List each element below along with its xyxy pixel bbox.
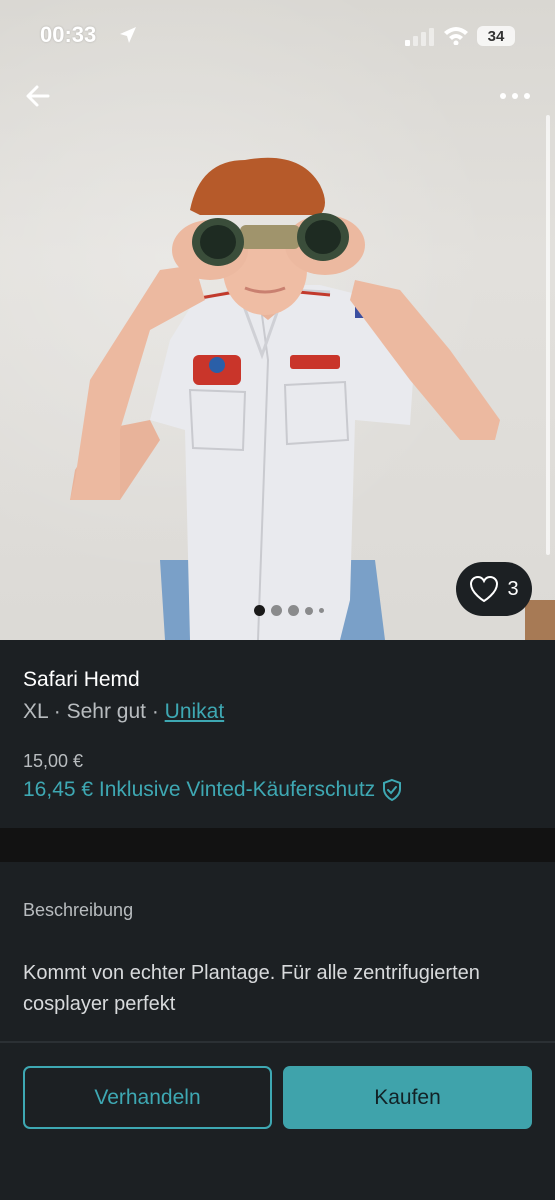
gallery-dot-2[interactable] <box>271 605 282 616</box>
description-section: Beschreibung Kommt von echter Plantage. … <box>0 862 555 1042</box>
price-total-label: 16,45 € Inklusive Vinted-Käuferschutz <box>23 778 376 801</box>
status-time: 00:33 <box>40 22 97 47</box>
product-image-person-with-binoculars <box>70 157 555 640</box>
scrollbar[interactable] <box>546 115 550 555</box>
product-info-panel: Safari Hemd XL · Sehr gut · Unikat 15,00… <box>0 640 555 828</box>
buy-button[interactable]: Kaufen <box>283 1066 532 1129</box>
negotiate-button[interactable]: Verhandeln <box>23 1066 272 1129</box>
battery-indicator: 34 <box>477 26 515 46</box>
gallery-pagination[interactable] <box>254 605 324 616</box>
meta-separator: · <box>47 700 67 723</box>
gallery-dot-4[interactable] <box>305 606 313 615</box>
description-text: Kommt von echter Plantage. Für alle zent… <box>23 962 480 1015</box>
buyer-protection-price[interactable]: 16,45 € Inklusive Vinted-Käuferschutz <box>23 778 403 802</box>
favorite-count: 3 <box>507 577 519 600</box>
gallery-dot-1[interactable] <box>254 605 265 616</box>
favorite-button[interactable]: 3 <box>456 562 532 616</box>
gallery-dot-3[interactable] <box>288 605 299 616</box>
wifi-icon <box>444 27 468 45</box>
brand-link[interactable]: Unikat <box>165 700 225 723</box>
gallery-dot-5[interactable] <box>319 608 324 613</box>
section-spacer <box>0 828 555 862</box>
product-photo[interactable] <box>0 0 555 640</box>
product-price: 15,00 € <box>23 751 84 771</box>
meta-separator: · <box>145 700 165 723</box>
location-arrow-icon <box>120 27 136 43</box>
product-title: Safari Hemd <box>23 668 140 691</box>
signal-icon <box>405 28 434 46</box>
more-horizontal-icon[interactable] <box>498 85 532 107</box>
shield-check-icon <box>383 778 402 802</box>
product-meta: XL · Sehr gut · Unikat <box>23 700 224 724</box>
action-bar: Verhandeln Kaufen <box>0 1043 555 1200</box>
product-condition: Sehr gut <box>66 700 146 723</box>
product-size: XL <box>23 700 48 723</box>
status-bar: 00:33 34 <box>0 0 555 70</box>
description-label: Beschreibung <box>23 900 134 920</box>
back-arrow-icon[interactable] <box>22 80 54 112</box>
heart-icon <box>470 575 499 603</box>
